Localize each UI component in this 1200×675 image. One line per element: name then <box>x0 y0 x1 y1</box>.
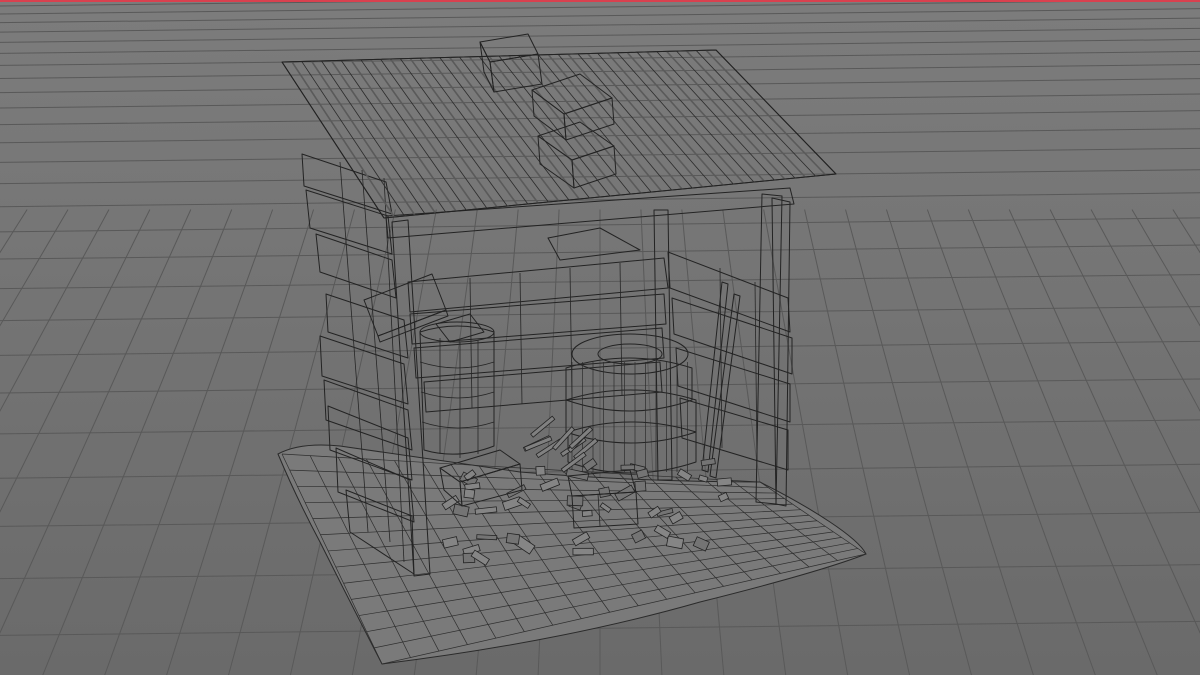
scene-canvas[interactable] <box>0 2 1200 675</box>
3d-viewport[interactable] <box>0 0 1200 675</box>
